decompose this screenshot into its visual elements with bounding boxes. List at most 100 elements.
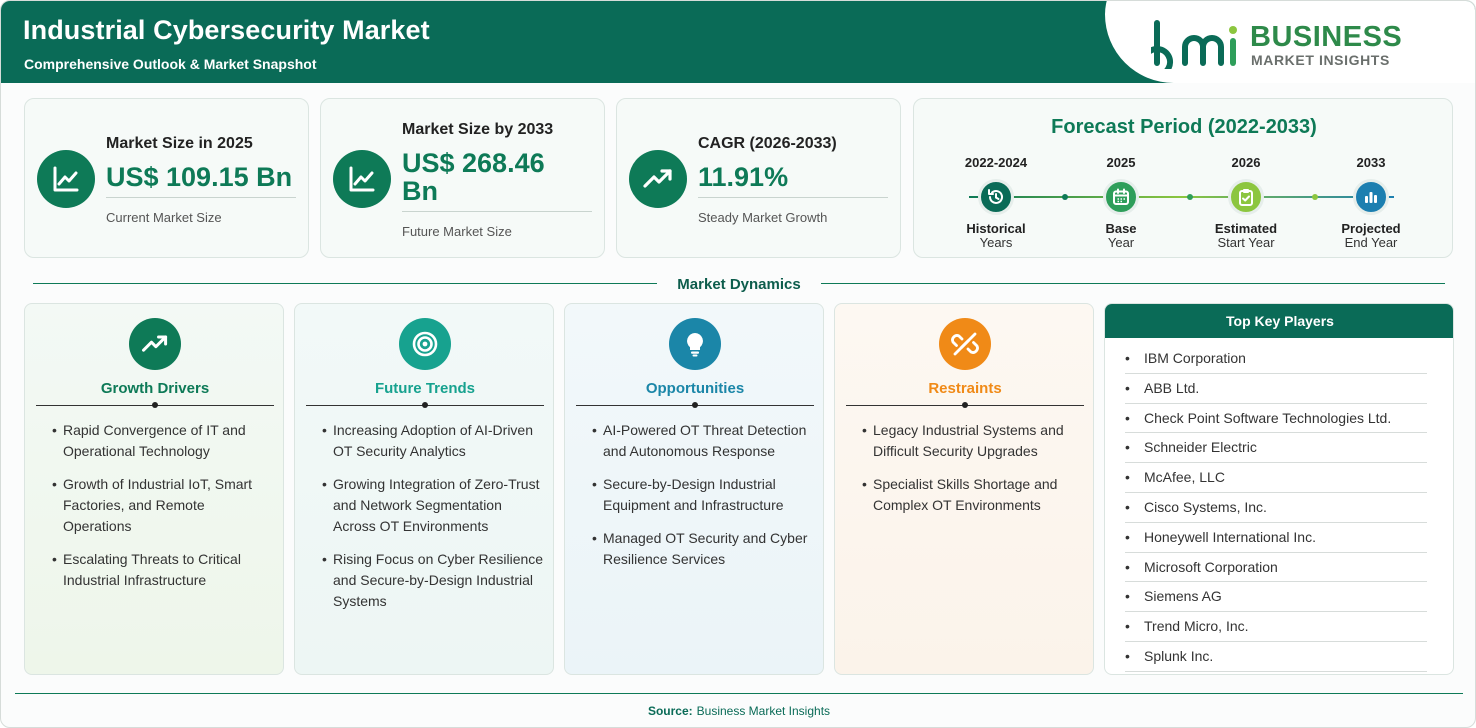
stat-card-future-size: Market Size by 2033 US$ 268.46 Bn Future… [320,98,605,258]
dynamics-card-growth-drivers: Growth Drivers Rapid Convergence of IT a… [24,303,284,675]
bar-chart-icon [1353,179,1389,215]
timeline-year: 2022-2024 [964,155,1028,170]
list-item: Splunk Inc. [1125,642,1427,672]
dynamics-list: Legacy Industrial Systems and Difficult … [862,420,1085,528]
stat-card-cagr: CAGR (2026-2033) 11.91% Steady Market Gr… [616,98,901,258]
bmi-logo-mark-icon [1151,20,1237,69]
stat-divider [402,211,592,212]
list-item: McAfee, LLC [1125,463,1427,493]
timeline-year: 2025 [1106,155,1136,170]
dynamics-card-restraints: Restraints Legacy Industrial Systems and… [834,303,1094,675]
forecast-title: Forecast Period (2022-2033) [1051,116,1317,138]
logo-tagline: MARKET INSIGHTS [1251,52,1390,68]
dynamics-list: Increasing Adoption of AI-Driven OT Secu… [322,420,545,624]
list-item: Increasing Adoption of AI-Driven OT Secu… [322,420,545,462]
stat-label: CAGR (2026-2033) [698,135,837,152]
stat-description: Future Market Size [402,224,512,239]
timeline-step-name: Base [1105,221,1137,236]
timeline-step-name: Estimated [1214,221,1278,236]
line-chart-icon [333,150,391,208]
dynamics-list: AI-Powered OT Threat Detection and Auton… [592,420,815,582]
list-item: Growing Integration of Zero-Trust and Ne… [322,474,545,537]
timeline-step-projected: 2033 Projected End Year [1316,155,1426,250]
dynamics-card-title: Opportunities [645,380,745,397]
line-chart-icon [37,150,95,208]
clipboard-check-icon [1228,179,1264,215]
history-icon [978,179,1014,215]
timeline-year: 2033 [1356,155,1386,170]
page-title: Industrial Cybersecurity Market [23,15,430,45]
header-banner: Industrial Cybersecurity Market Comprehe… [1,1,1475,83]
stat-value: US$ 109.15 Bn [106,162,293,192]
dynamics-card-title: Growth Drivers [100,380,210,397]
list-item: IBM Corporation [1125,344,1427,374]
list-item: AI-Powered OT Threat Detection and Auton… [592,420,815,462]
trending-up-icon [629,150,687,208]
footer-divider [15,693,1463,694]
timeline-step-sub: End Year [1344,235,1398,250]
key-players-title: Top Key Players [1105,304,1453,338]
card-divider-dot [422,402,428,408]
stat-label: Market Size by 2033 [402,121,554,138]
forecast-period-card: Forecast Period (2022-2033) 2022-2024 Hi… [913,98,1453,258]
timeline-step-sub: Year [1107,235,1135,250]
section-title: Market Dynamics [677,276,801,293]
timeline-step-name: Historical [966,221,1026,236]
list-item: Secure-by-Design Industrial Equipment an… [592,474,815,516]
list-item: Growth of Industrial IoT, Smart Factorie… [52,474,275,537]
company-logo: BUSINESS MARKET INSIGHTS [1151,19,1403,71]
list-item: Rising Focus on Cyber Resilience and Sec… [322,549,545,612]
section-divider-left [33,283,657,284]
timeline-step-base: 2025 Base Year [1066,155,1176,250]
broken-link-icon [939,318,991,370]
dynamics-list: Rapid Convergence of IT and Operational … [52,420,275,603]
section-divider-right [821,283,1445,284]
logo-wordmark: BUSINESS [1250,21,1403,53]
dynamics-card-title: Future Trends [374,380,475,397]
page-subtitle: Comprehensive Outlook & Market Snapshot [24,56,317,72]
dynamics-card-future-trends: Future Trends Increasing Adoption of AI-… [294,303,554,675]
lightbulb-icon [669,318,721,370]
stat-label: Market Size in 2025 [106,135,253,152]
list-item: Trend Micro, Inc. [1125,612,1427,642]
timeline-step-name: Projected [1341,221,1401,236]
stat-divider [698,197,888,198]
card-divider-dot [152,402,158,408]
key-players-card: Top Key Players IBM Corporation ABB Ltd.… [1104,303,1454,675]
timeline-step-estimated: 2026 Estimated Start Year [1191,155,1301,250]
dynamics-card-title: Restraints [928,380,1002,397]
list-item: Rapid Convergence of IT and Operational … [52,420,275,462]
list-item: Microsoft Corporation [1125,553,1427,583]
timeline-step-sub: Start Year [1217,235,1275,250]
source-note: Source: Business Market Insights [1,704,1475,718]
list-item: Legacy Industrial Systems and Difficult … [862,420,1085,462]
stat-description: Steady Market Growth [698,210,828,225]
list-item: Honeywell International Inc. [1125,523,1427,553]
list-item: Managed OT Security and Cyber Resilience… [592,528,815,570]
list-item: ABB Ltd. [1125,374,1427,404]
timeline-step-sub: Years [979,235,1013,250]
list-item: Cisco Systems, Inc. [1125,493,1427,523]
infographic-frame: Industrial Cybersecurity Market Comprehe… [0,0,1476,728]
card-divider-dot [962,402,968,408]
dynamics-card-opportunities: Opportunities AI-Powered OT Threat Detec… [564,303,824,675]
timeline-year: 2026 [1231,155,1261,170]
stat-divider [106,197,296,198]
list-item: Siemens AG [1125,582,1427,613]
target-icon [399,318,451,370]
list-item: Schneider Electric [1125,433,1427,464]
card-divider-dot [692,402,698,408]
stat-value-line-1: US$ 268.46 [402,148,545,178]
stat-description: Current Market Size [106,210,222,225]
list-item: Specialist Skills Shortage and Complex O… [862,474,1085,516]
stat-value-line-2: Bn [402,176,438,206]
stat-value: 11.91% [698,162,789,192]
key-players-list: IBM Corporation ABB Ltd. Check Point Sof… [1125,344,1427,672]
calendar-icon [1103,179,1139,215]
timeline-step-historical: 2022-2024 Historical Years [941,155,1051,250]
list-item: Check Point Software Technologies Ltd. [1125,404,1427,434]
trending-up-icon [129,318,181,370]
source-value: Business Market Insights [696,704,831,718]
stat-card-current-size: Market Size in 2025 US$ 109.15 Bn Curren… [24,98,309,258]
source-label: Source: [647,704,693,718]
